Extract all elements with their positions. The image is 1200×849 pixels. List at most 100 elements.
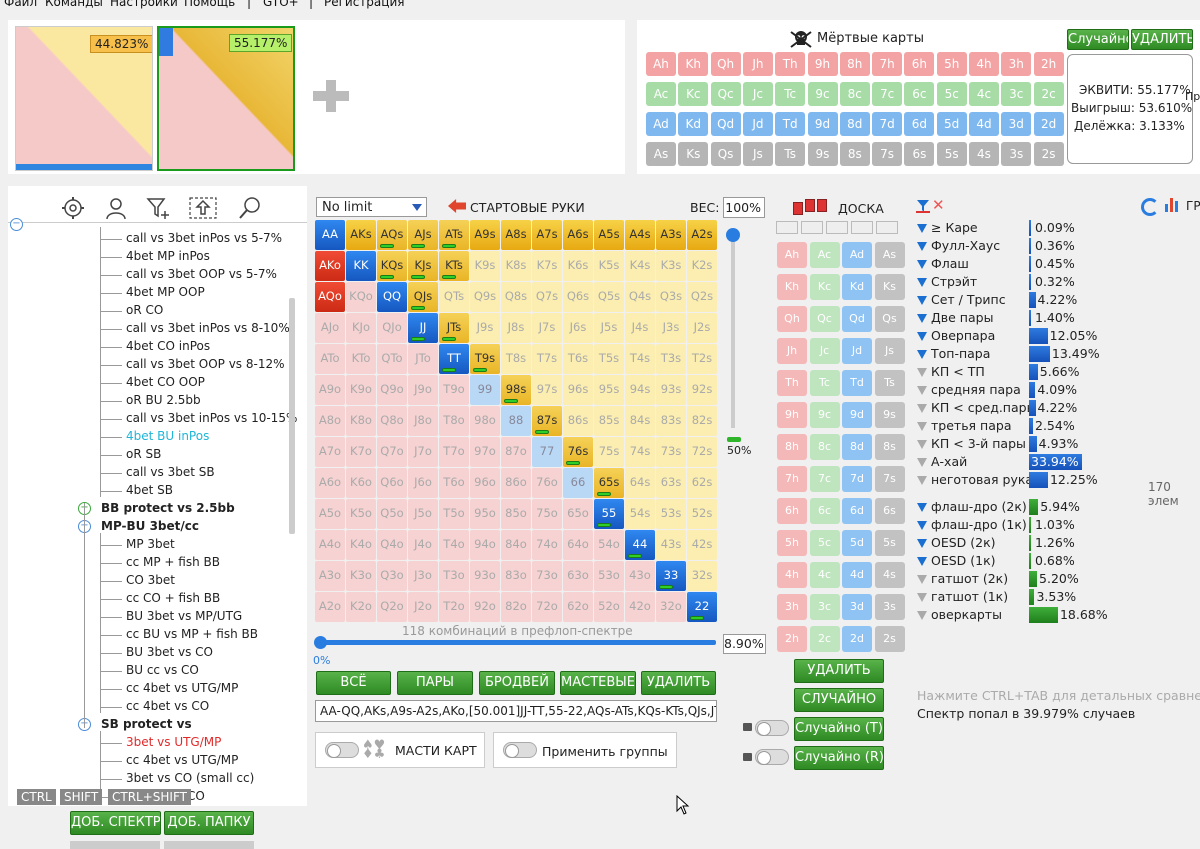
dead-card-Ks[interactable]: Ks bbox=[678, 142, 709, 166]
hand-Q2s[interactable]: Q2s bbox=[687, 282, 717, 312]
made-row-1[interactable]: Фулл-Хаус bbox=[917, 238, 1000, 253]
hand-A4s[interactable]: A4s bbox=[625, 220, 655, 250]
dead-card-4h[interactable]: 4h bbox=[969, 52, 999, 76]
hand-K7s[interactable]: K7s bbox=[532, 251, 562, 281]
hand-53o[interactable]: 53o bbox=[594, 561, 624, 591]
hand-86s[interactable]: 86s bbox=[563, 406, 593, 436]
hand-A5s[interactable]: A5s bbox=[594, 220, 624, 250]
board-card-5d[interactable]: 5d bbox=[842, 530, 872, 556]
dead-random-button[interactable]: Случайно bbox=[1067, 29, 1129, 50]
hand-T6o[interactable]: T6o bbox=[439, 468, 469, 498]
dead-card-Kc[interactable]: Kc bbox=[678, 82, 709, 106]
hand-65o[interactable]: 65o bbox=[563, 499, 593, 529]
made-row-14[interactable]: неготовая рука bbox=[917, 472, 1033, 487]
hand-92o[interactable]: 92o bbox=[470, 592, 500, 622]
board-card-2s[interactable]: 2s bbox=[874, 626, 905, 652]
hand-T8o[interactable]: T8o bbox=[439, 406, 469, 436]
filter-toggle-icon[interactable] bbox=[917, 260, 927, 269]
dead-card-6d[interactable]: 6d bbox=[904, 112, 935, 136]
made-row-7[interactable]: Топ-пара bbox=[917, 346, 990, 361]
hand-J5o[interactable]: J5o bbox=[408, 499, 438, 529]
hand-63s[interactable]: 63s bbox=[656, 468, 686, 498]
dead-card-Qh[interactable]: Qh bbox=[710, 52, 741, 76]
dead-card-6s[interactable]: 6s bbox=[904, 142, 935, 166]
hand-98s[interactable]: 98s bbox=[501, 375, 531, 405]
hand-AQs[interactable]: AQs bbox=[377, 220, 407, 250]
hand-T4o[interactable]: T4o bbox=[439, 530, 469, 560]
hand-AA[interactable]: AA bbox=[315, 220, 345, 250]
dead-card-5c[interactable]: 5c bbox=[936, 82, 967, 106]
dead-card-3h[interactable]: 3h bbox=[1001, 52, 1032, 76]
filter-toggle-icon[interactable] bbox=[917, 557, 927, 566]
gear-icon[interactable] bbox=[61, 196, 85, 223]
hand-97o[interactable]: 97o bbox=[470, 437, 500, 467]
board-card-4h[interactable]: 4h bbox=[777, 562, 807, 588]
board-card-8s[interactable]: 8s bbox=[874, 434, 905, 460]
tree-collapse-root[interactable]: − bbox=[10, 218, 23, 231]
hand-75s[interactable]: 75s bbox=[594, 437, 624, 467]
hand-QJo[interactable]: QJo bbox=[377, 313, 407, 343]
draw-row-3[interactable]: OESD (1к) bbox=[917, 553, 996, 568]
hand-95o[interactable]: 95o bbox=[470, 499, 500, 529]
tree-item-17[interactable]: MP 3bet bbox=[126, 537, 175, 551]
tree-item-28[interactable]: 3bet vs UTG/MP bbox=[126, 735, 221, 749]
grid-btn-3[interactable]: МАСТЕВЫЕ bbox=[560, 671, 636, 695]
draw-row-5[interactable]: гатшот (1к) bbox=[917, 589, 1008, 604]
hand-Q6o[interactable]: Q6o bbox=[377, 468, 407, 498]
hand-ATs[interactable]: ATs bbox=[439, 220, 469, 250]
hand-83s[interactable]: 83s bbox=[656, 406, 686, 436]
dead-card-8h[interactable]: 8h bbox=[839, 52, 870, 76]
tree-item-19[interactable]: CO 3bet bbox=[126, 573, 175, 587]
hand-65s[interactable]: 65s bbox=[594, 468, 624, 498]
hand-A2o[interactable]: A2o bbox=[315, 592, 345, 622]
dead-delete-button[interactable]: УДАЛИТЬ bbox=[1131, 29, 1193, 50]
hand-A8s[interactable]: A8s bbox=[501, 220, 531, 250]
hand-K5s[interactable]: K5s bbox=[594, 251, 624, 281]
tree-item-13[interactable]: call vs 3bet SB bbox=[126, 465, 215, 479]
hand-KK[interactable]: KK bbox=[346, 251, 376, 281]
hand-Q7o[interactable]: Q7o bbox=[377, 437, 407, 467]
board-card-9s[interactable]: 9s bbox=[874, 402, 905, 428]
board-card-9c[interactable]: 9c bbox=[809, 402, 840, 428]
tree-item-2[interactable]: call vs 3bet OOP vs 5-7% bbox=[126, 267, 277, 281]
hand-85o[interactable]: 85o bbox=[501, 499, 531, 529]
tree-item-4[interactable]: oR CO bbox=[126, 303, 163, 317]
board-card-Th[interactable]: Th bbox=[777, 370, 807, 396]
filter-toggle-icon[interactable] bbox=[917, 314, 927, 323]
draw-row-0[interactable]: флаш-дро (2к) bbox=[917, 499, 1027, 514]
made-row-12[interactable]: КП < 3-й пары bbox=[917, 436, 1026, 451]
hand-Q5o[interactable]: Q5o bbox=[377, 499, 407, 529]
dead-card-9s[interactable]: 9s bbox=[807, 142, 838, 166]
hand-87s[interactable]: 87s bbox=[532, 406, 562, 436]
grid-btn-0[interactable]: ВСЁ bbox=[316, 671, 391, 695]
hand-J2o[interactable]: J2o bbox=[408, 592, 438, 622]
menu-item-7[interactable]: Регистрация bbox=[324, 0, 404, 9]
hand-A3s[interactable]: A3s bbox=[656, 220, 686, 250]
hand-66[interactable]: 66 bbox=[563, 468, 593, 498]
hand-KJo[interactable]: KJo bbox=[346, 313, 376, 343]
hand-A7o[interactable]: A7o bbox=[315, 437, 345, 467]
hand-76s[interactable]: 76s bbox=[563, 437, 593, 467]
hand-Q8o[interactable]: Q8o bbox=[377, 406, 407, 436]
hand-A9o[interactable]: A9o bbox=[315, 375, 345, 405]
hand-32s[interactable]: 32s bbox=[687, 561, 717, 591]
board-card-Qs[interactable]: Qs bbox=[874, 306, 905, 332]
board-slot-3[interactable] bbox=[851, 221, 873, 234]
hand-KTs[interactable]: KTs bbox=[439, 251, 469, 281]
board-card-Tc[interactable]: Tc bbox=[809, 370, 840, 396]
graph-icon[interactable] bbox=[1165, 198, 1181, 212]
made-row-6[interactable]: Оверпара bbox=[917, 328, 995, 343]
filter-toggle-icon[interactable] bbox=[917, 278, 927, 287]
hand-J7s[interactable]: J7s bbox=[532, 313, 562, 343]
hand-43s[interactable]: 43s bbox=[656, 530, 686, 560]
random-t-toggle[interactable] bbox=[755, 720, 789, 736]
hand-A6o[interactable]: A6o bbox=[315, 468, 345, 498]
board-card-3d[interactable]: 3d bbox=[842, 594, 872, 620]
board-card-Ks[interactable]: Ks bbox=[874, 274, 905, 300]
board-card-8c[interactable]: 8c bbox=[809, 434, 840, 460]
hand-J6s[interactable]: J6s bbox=[563, 313, 593, 343]
hand-A6s[interactable]: A6s bbox=[563, 220, 593, 250]
hand-Q3s[interactable]: Q3s bbox=[656, 282, 686, 312]
dead-card-6c[interactable]: 6c bbox=[904, 82, 935, 106]
hand-J5s[interactable]: J5s bbox=[594, 313, 624, 343]
